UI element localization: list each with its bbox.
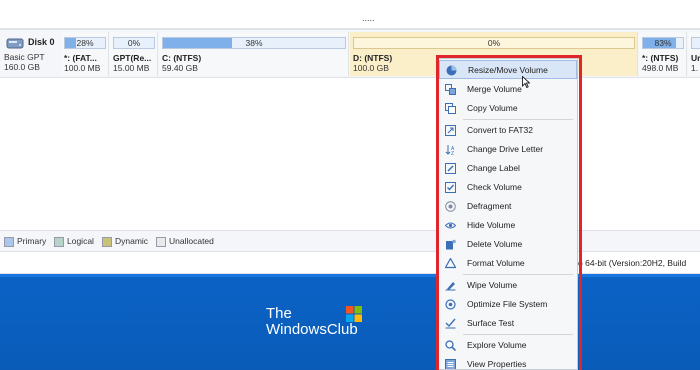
usage-percent: 0% [487, 38, 501, 48]
overflow-dots[interactable]: ..... [362, 13, 375, 23]
legend-swatch [156, 236, 166, 247]
usage-bar: 0% [353, 37, 635, 49]
partition-label: Ur [691, 53, 700, 63]
legend-unallocated: Unallocated [156, 236, 214, 247]
status-bar: o 64-bit (Version:20H2, Build [0, 252, 700, 274]
partition-size: 100.0 GB [353, 63, 389, 73]
windows-logo-icon [346, 306, 362, 322]
disk-info[interactable]: Disk 0 Basic GPT 160.0 GB [0, 30, 60, 78]
partition-size: 15.00 MB [113, 63, 150, 73]
partition-msr[interactable]: 0% GPT(Re... 15.00 MB [110, 32, 158, 76]
usage-percent: 83% [654, 38, 672, 48]
usage-bar [691, 37, 700, 49]
partition-label: GPT(Re... [113, 53, 152, 63]
partition-c[interactable]: 38% C: (NTFS) 59.40 GB [159, 32, 349, 76]
legend-dynamic: Dynamic [102, 236, 148, 247]
partition-label: D: (NTFS) [353, 53, 393, 63]
disk-type: Basic GPT [4, 52, 45, 62]
partition-label: *: (FAT... [64, 53, 97, 63]
legend-label: Primary [17, 236, 47, 246]
disk-map-row[interactable]: Disk 0 Basic GPT 160.0 GB 28% *: (FAT...… [0, 30, 700, 78]
mouse-cursor-icon [522, 76, 530, 88]
disk-name: Disk 0 [28, 37, 55, 47]
partition-label: C: (NTFS) [162, 53, 202, 63]
toolbar-area: ..... [0, 0, 700, 30]
usage-bar: 28% [64, 37, 106, 49]
usage-percent: 38% [245, 38, 263, 48]
os-version-text: o 64-bit (Version:20H2, Build [578, 258, 687, 268]
legend-label: Dynamic [115, 236, 149, 246]
usage-bar: 0% [113, 37, 155, 49]
partition-unallocated[interactable]: Ur 1. [688, 32, 700, 76]
legend-label: Unallocated [169, 236, 214, 246]
legend-label: Logical [67, 236, 94, 246]
logo-line-2: WindowsClub [266, 321, 358, 338]
disk-icon [6, 38, 24, 49]
usage-bar: 83% [642, 37, 684, 49]
partition-label: *: (NTFS) [642, 53, 679, 63]
disk-size: 160.0 GB [4, 62, 40, 72]
legend-swatch [4, 236, 14, 247]
partition-size: 498.0 MB [642, 63, 679, 73]
legend-swatch [102, 236, 112, 247]
legend-primary: Primary [4, 236, 46, 247]
legend-bar: Primary Logical Dynamic Unallocated [0, 230, 700, 252]
partition-recovery[interactable]: 83% *: (NTFS) 498.0 MB [639, 32, 687, 76]
partition-size: 1. [691, 63, 699, 73]
usage-percent: 0% [127, 38, 141, 48]
usage-bar: 38% [162, 37, 346, 49]
partition-size: 59.40 GB [162, 63, 198, 73]
logo-line-1: The [266, 305, 292, 322]
usage-percent: 28% [76, 38, 94, 48]
highlight-frame [436, 55, 582, 370]
partition-efi[interactable]: 28% *: (FAT... 100.0 MB [61, 32, 109, 76]
legend-swatch [54, 236, 64, 247]
legend-logical: Logical [54, 236, 94, 247]
partition-size: 100.0 MB [64, 63, 101, 73]
disk-map-empty-area [0, 79, 700, 229]
banner-highlight [0, 274, 700, 277]
